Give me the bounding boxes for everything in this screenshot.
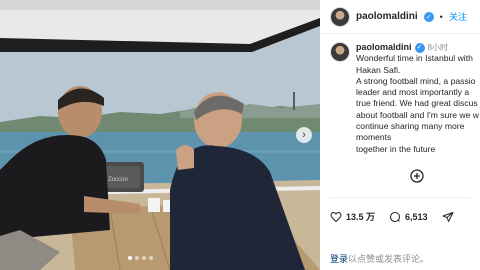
carousel-dot	[149, 256, 153, 260]
login-link[interactable]: 登录	[330, 254, 348, 264]
post-header: paolomaldini ✓ • 关注	[320, 0, 480, 34]
follow-button[interactable]: 关注	[449, 10, 467, 23]
avatar[interactable]	[330, 6, 350, 27]
follow-separator: •	[439, 11, 443, 22]
boat-logo: Zuccon	[108, 177, 128, 183]
carousel-next-button[interactable]: ›	[296, 127, 312, 143]
action-bar: 13.5 万 6,513	[330, 210, 454, 223]
photo-scene: Zuccon	[0, 0, 320, 270]
comment-bubble-icon[interactable]	[389, 211, 401, 223]
plus-circle-icon[interactable]	[410, 169, 424, 183]
login-prompt-text: 以点赞或发表评论。	[348, 254, 430, 264]
carousel-dot	[135, 256, 139, 260]
caption-line: true friend. We had great discus	[356, 98, 478, 109]
caption-line: Hakan Safi.	[356, 64, 401, 75]
comment-count[interactable]: 6,513	[405, 212, 428, 222]
caption-line: Wonderful time in Istanbul with	[356, 53, 473, 64]
like-count[interactable]: 13.5 万	[346, 210, 375, 223]
chevron-right-icon: ›	[302, 128, 306, 141]
post-photo[interactable]: Zuccon ›	[0, 0, 320, 270]
login-prompt: 登录以点赞或发表评论。	[330, 252, 429, 265]
caption-line: leader and most importantly a	[356, 87, 470, 98]
caption-line: continue sharing many more	[356, 121, 465, 132]
post-caption: paolomaldini ✓ 8小时 Wonderful time in Ist…	[330, 42, 480, 155]
post-timestamp[interactable]: 8小时	[428, 42, 448, 53]
carousel-dots	[128, 256, 153, 260]
caption-avatar[interactable]	[330, 42, 350, 62]
carousel-dot	[142, 256, 146, 260]
verified-badge-icon: ✓	[414, 42, 425, 53]
heart-icon[interactable]	[330, 211, 342, 223]
caption-username-link[interactable]: paolomaldini	[356, 42, 412, 53]
verified-badge-icon: ✓	[423, 11, 434, 22]
post-details-panel: paolomaldini ✓ • 关注 paolomaldini ✓ 8小时 W…	[320, 0, 480, 270]
username-link[interactable]: paolomaldini	[356, 11, 418, 22]
caption-line: A strong football mind, a passio	[356, 75, 476, 86]
caption-text: Wonderful time in Istanbul with Hakan Sa…	[356, 53, 479, 155]
paper-plane-icon[interactable]	[442, 211, 454, 223]
caption-line: together in the future	[356, 143, 436, 154]
caption-line: moments	[356, 132, 392, 143]
divider	[330, 197, 470, 203]
carousel-dot	[128, 256, 132, 260]
caption-line: about football and I'm sure we w	[356, 109, 479, 120]
